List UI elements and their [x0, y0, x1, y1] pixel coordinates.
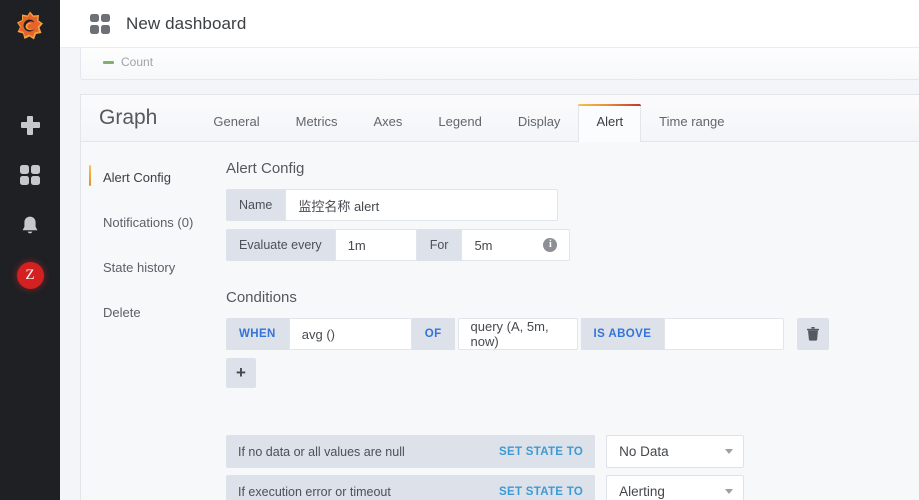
grafana-logo[interactable]	[0, 0, 60, 52]
main-region: New dashboard Count Graph General Metric…	[60, 0, 919, 500]
condition-evaluator-select[interactable]: IS ABOVE	[580, 318, 665, 350]
top-bar: New dashboard	[60, 0, 919, 48]
exec-error-handling-row: If execution error or timeout SET STATE …	[226, 475, 919, 500]
plus-icon	[20, 115, 40, 135]
no-data-state-select[interactable]: No Data	[606, 435, 745, 468]
info-icon[interactable]: i	[543, 238, 558, 252]
conditions-title: Conditions	[226, 289, 297, 306]
exec-error-set-state-label: SET STATE TO	[499, 475, 596, 500]
no-data-handling-row: If no data or all values are null SET ST…	[226, 435, 919, 468]
chevron-down-icon	[725, 489, 734, 494]
editor-body: Alert Config Notifications (0) State his…	[81, 142, 919, 500]
sidebar-item-delete[interactable]: Delete	[81, 297, 226, 328]
alert-name-input[interactable]: 监控名称 alert	[285, 189, 559, 221]
alert-config-title: Alert Config	[226, 160, 305, 177]
tab-axes[interactable]: Axes	[356, 104, 421, 142]
condition-row: WHEN avg () OF query (A, 5m, now) IS ABO…	[226, 318, 919, 350]
for-label: For	[416, 229, 462, 261]
alert-name-label: Name	[226, 189, 286, 221]
rail-item-alerting[interactable]	[0, 200, 60, 250]
condition-threshold-input[interactable]	[664, 318, 785, 350]
tab-alert[interactable]: Alert	[578, 104, 642, 142]
tab-legend[interactable]: Legend	[420, 104, 499, 142]
dashboard-grid-icon[interactable]	[90, 13, 110, 34]
legend-series-label[interactable]: Count	[121, 55, 153, 69]
page-title: New dashboard	[126, 13, 247, 33]
grafana-logo-icon	[17, 11, 43, 40]
side-rail: Z	[0, 0, 60, 500]
sidebar-item-alert-config[interactable]: Alert Config	[81, 162, 226, 193]
condition-query-select[interactable]: query (A, 5m, now)	[457, 318, 578, 350]
no-data-state-value: No Data	[619, 444, 669, 459]
chevron-down-icon	[725, 449, 734, 454]
editor-tab-bar: Graph General Metrics Axes Legend Displa…	[81, 95, 919, 142]
legend-series-swatch	[103, 60, 114, 64]
condition-of-label: OF	[411, 318, 455, 350]
panel-editor: Graph General Metrics Axes Legend Displa…	[80, 94, 919, 500]
grafana-app: Z New dashboard Count Graph General Metr…	[0, 0, 919, 500]
no-data-set-state-label: SET STATE TO	[499, 435, 596, 468]
graph-legend: Count	[81, 48, 919, 69]
rail-item-dashboards[interactable]	[0, 150, 60, 200]
no-data-label: If no data or all values are null	[226, 435, 499, 468]
alert-side-nav: Alert Config Notifications (0) State his…	[81, 142, 226, 500]
exec-error-state-value: Alerting	[619, 484, 665, 499]
exec-error-label: If execution error or timeout	[226, 475, 499, 500]
tab-metrics[interactable]: Metrics	[278, 104, 356, 142]
condition-when-label: WHEN	[226, 318, 289, 350]
sidebar-item-state-history[interactable]: State history	[81, 252, 226, 283]
graph-panel: Count	[80, 48, 919, 80]
bell-icon	[20, 215, 40, 236]
tab-time-range[interactable]: Time range	[641, 104, 742, 142]
rail-item-user-avatar[interactable]: Z	[0, 250, 60, 300]
avatar: Z	[16, 261, 44, 289]
rail-item-add-panel[interactable]	[0, 100, 60, 150]
exec-error-state-select[interactable]: Alerting	[606, 475, 745, 500]
tab-display[interactable]: Display	[500, 104, 579, 142]
alert-evaluate-row: Evaluate every 1m For 5m i	[226, 229, 919, 261]
editor-heading: Graph	[99, 106, 158, 129]
add-condition-button[interactable]: +	[226, 358, 256, 388]
tab-general[interactable]: General	[195, 104, 277, 142]
evaluate-every-input[interactable]: 1m	[334, 229, 417, 261]
alert-name-row: Name 监控名称 alert	[226, 189, 919, 221]
condition-delete-button[interactable]	[797, 318, 830, 350]
sidebar-item-notifications[interactable]: Notifications (0)	[81, 207, 226, 238]
for-info-wrap: i	[531, 229, 571, 261]
condition-reducer-select[interactable]: avg ()	[288, 318, 412, 350]
for-input[interactable]: 5m	[461, 229, 532, 261]
evaluate-every-label: Evaluate every	[226, 229, 335, 261]
grid-icon	[20, 165, 40, 185]
alert-config-form: Alert Config Name 监控名称 alert Evaluate ev…	[226, 142, 919, 500]
no-data-error-handling: If no data or all values are null SET ST…	[226, 435, 919, 500]
trash-icon	[807, 327, 820, 341]
